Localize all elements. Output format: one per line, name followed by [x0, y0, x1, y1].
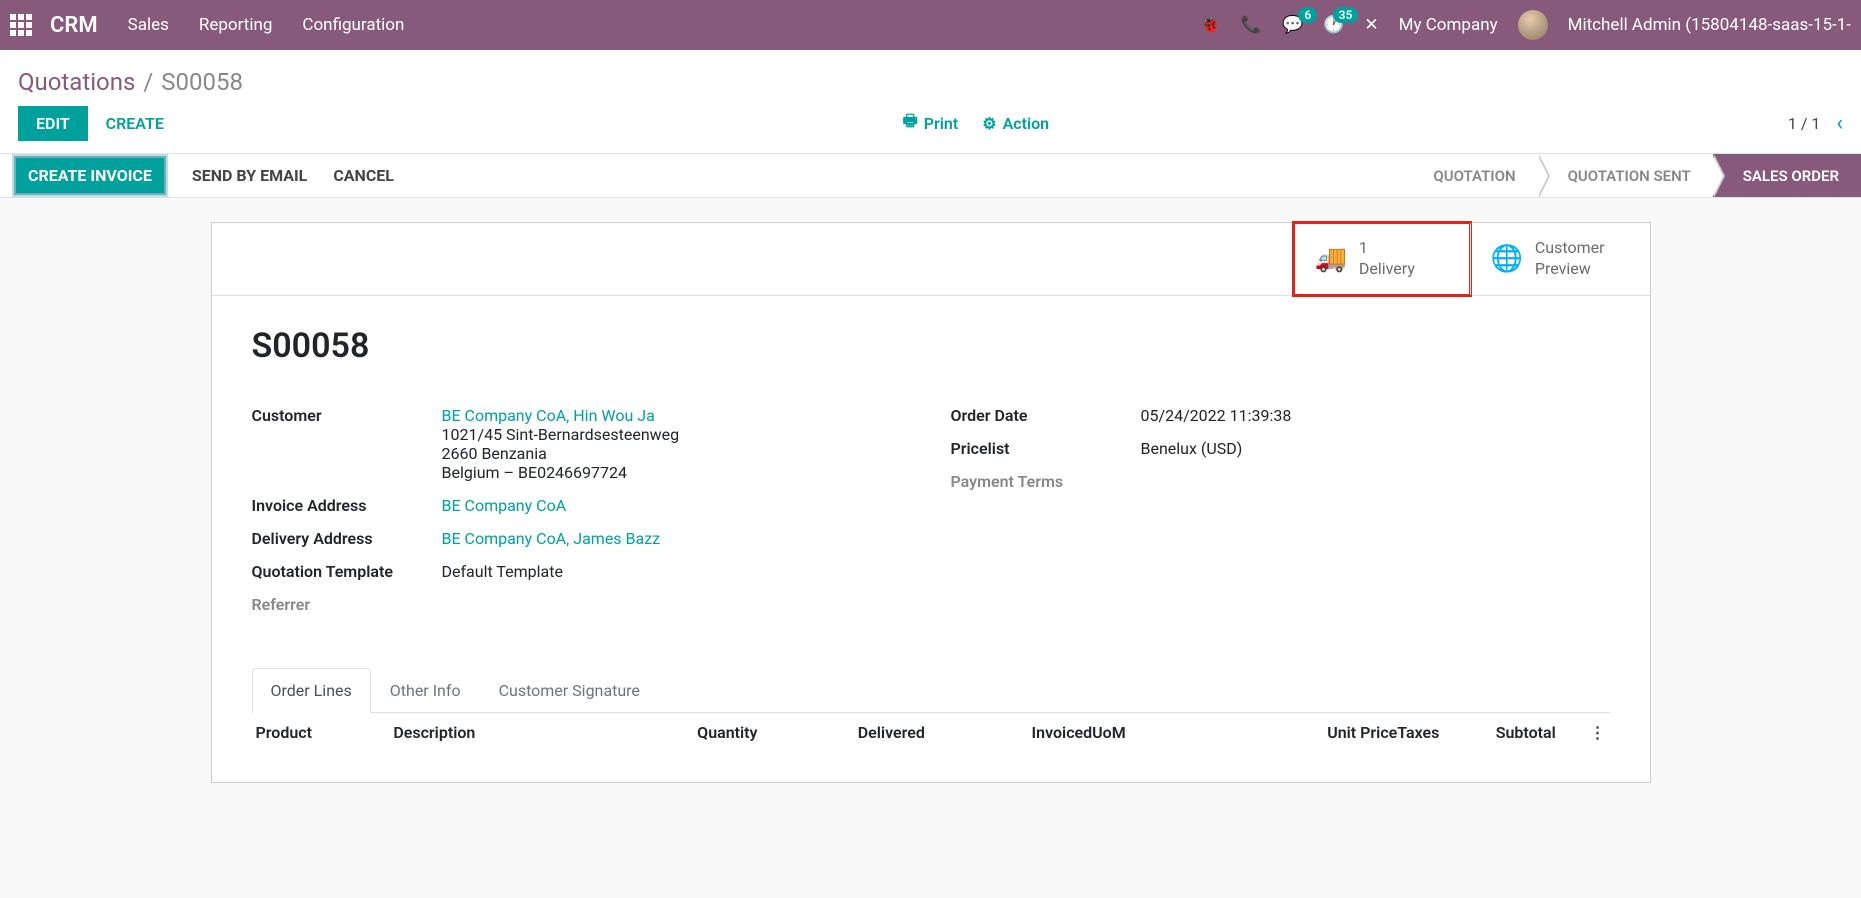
customer-addr1: 1021/45 Sint-Bernardsesteenweg: [442, 425, 680, 444]
send-email-button[interactable]: SEND BY EMAIL: [192, 166, 307, 185]
nav-configuration[interactable]: Configuration: [302, 15, 404, 35]
gear-icon: ⚙: [982, 114, 996, 133]
label-quotation-template: Quotation Template: [252, 562, 442, 581]
nav-reporting[interactable]: Reporting: [199, 15, 273, 35]
value-pricelist: Benelux (USD): [1141, 439, 1243, 458]
bug-icon[interactable]: 🐞: [1200, 15, 1221, 35]
globe-icon: 🌐: [1491, 244, 1523, 274]
status-bar: QUOTATION QUOTATION SENT SALES ORDER: [1403, 154, 1861, 197]
tab-other-info[interactable]: Other Info: [371, 668, 480, 712]
label-payment-terms: Payment Terms: [951, 472, 1141, 491]
activities-icon[interactable]: 🕐35: [1323, 15, 1344, 35]
customer-preview-button[interactable]: 🌐 Customer Preview: [1470, 223, 1650, 295]
top-navbar: CRM Sales Reporting Configuration 🐞 📞 💬6…: [0, 0, 1861, 50]
customer-addr3: Belgium – BE0246697724: [442, 463, 680, 482]
col-description: Description: [393, 723, 590, 742]
breadcrumb-current: S00058: [161, 68, 243, 96]
tab-customer-signature[interactable]: Customer Signature: [480, 668, 659, 712]
label-pricelist: Pricelist: [951, 439, 1141, 458]
print-button[interactable]: 🖶 Print: [903, 110, 959, 137]
preview-line1: Customer: [1535, 238, 1605, 259]
form-col-right: Order Date 05/24/2022 11:39:38 Pricelist…: [951, 406, 1610, 628]
col-delivered: Delivered: [758, 723, 925, 742]
control-bar: EDIT CREATE 🖶 Print ⚙ Action 1 / 1 ‹: [0, 102, 1861, 154]
column-options-icon[interactable]: ⋮: [1586, 723, 1606, 742]
center-actions: 🖶 Print ⚙ Action: [164, 110, 1788, 137]
messages-icon[interactable]: 💬6: [1282, 15, 1303, 35]
tabs: Order Lines Other Info Customer Signatur…: [252, 668, 1610, 713]
tools-icon[interactable]: ✕: [1364, 15, 1378, 35]
activities-badge: 35: [1333, 7, 1359, 23]
value-quotation-template: Default Template: [442, 562, 563, 581]
label-delivery-address: Delivery Address: [252, 529, 442, 548]
label-customer: Customer: [252, 406, 442, 482]
breadcrumb-sep: /: [143, 68, 153, 96]
delivery-label: Delivery: [1359, 259, 1415, 280]
status-quotation-sent[interactable]: QUOTATION SENT: [1538, 154, 1713, 197]
delivery-address-link[interactable]: BE Company CoA, James Bazz: [442, 529, 661, 548]
order-lines-header: Product Description Quantity Delivered I…: [252, 713, 1610, 752]
truck-icon: 🚚: [1315, 244, 1347, 274]
sheet-background: 🚚 1 Delivery 🌐 Customer Preview S00058: [0, 198, 1861, 898]
breadcrumb-parent[interactable]: Quotations: [18, 68, 135, 96]
form-columns: Customer BE Company CoA, Hin Wou Ja 1021…: [252, 406, 1610, 628]
customer-link[interactable]: BE Company CoA, Hin Wou Ja: [442, 406, 655, 425]
content-wrap: Quotations / S00058 EDIT CREATE 🖶 Print ⚙…: [0, 50, 1861, 898]
col-quantity: Quantity: [590, 723, 757, 742]
action-label: Action: [1003, 114, 1050, 133]
pager-text: 1 / 1: [1788, 114, 1821, 133]
label-invoice-address: Invoice Address: [252, 496, 442, 515]
cancel-button[interactable]: CANCEL: [333, 166, 394, 185]
form-sheet: 🚚 1 Delivery 🌐 Customer Preview S00058: [211, 222, 1651, 783]
value-order-date: 05/24/2022 11:39:38: [1141, 406, 1292, 425]
user-menu[interactable]: Mitchell Admin (15804148-saas-15-1-: [1568, 15, 1851, 35]
edit-button[interactable]: EDIT: [18, 106, 88, 141]
col-subtotal: Subtotal: [1496, 723, 1586, 742]
value-customer: BE Company CoA, Hin Wou Ja 1021/45 Sint-…: [442, 406, 680, 482]
breadcrumb: Quotations / S00058: [0, 50, 1861, 102]
col-unit-price: Unit Price: [1210, 723, 1397, 742]
col-invoiced: Invoiced: [925, 723, 1092, 742]
label-referrer: Referrer: [252, 595, 442, 614]
customer-addr2: 2660 Benzania: [442, 444, 680, 463]
phone-icon[interactable]: 📞: [1241, 15, 1262, 35]
stat-buttons: 🚚 1 Delivery 🌐 Customer Preview: [212, 223, 1650, 296]
delivery-stat-text: 1 Delivery: [1359, 238, 1415, 280]
avatar[interactable]: [1518, 10, 1548, 40]
col-taxes: Taxes: [1397, 723, 1495, 742]
order-title: S00058: [252, 326, 1610, 366]
create-button[interactable]: CREATE: [106, 114, 164, 133]
col-uom: UoM: [1092, 723, 1210, 742]
action-button[interactable]: ⚙ Action: [982, 110, 1049, 137]
create-invoice-button[interactable]: CREATE INVOICE: [14, 156, 166, 195]
print-icon: 🖶: [903, 110, 918, 137]
nav-menu: Sales Reporting Configuration: [128, 15, 1200, 35]
app-brand[interactable]: CRM: [50, 13, 98, 38]
tab-order-lines[interactable]: Order Lines: [252, 668, 371, 713]
pager-prev[interactable]: ‹: [1836, 111, 1843, 136]
delivery-stat-button[interactable]: 🚚 1 Delivery: [1292, 221, 1472, 297]
pager: 1 / 1 ‹: [1788, 111, 1843, 136]
nav-sales[interactable]: Sales: [128, 15, 169, 35]
print-label: Print: [924, 114, 959, 133]
sheet-body: S00058 Customer BE Company CoA, Hin Wou …: [212, 296, 1650, 782]
label-order-date: Order Date: [951, 406, 1141, 425]
col-product: Product: [256, 723, 394, 742]
status-sales-order[interactable]: SALES ORDER: [1713, 154, 1861, 197]
company-selector[interactable]: My Company: [1399, 15, 1498, 35]
preview-line2: Preview: [1535, 259, 1605, 280]
form-col-left: Customer BE Company CoA, Hin Wou Ja 1021…: [252, 406, 911, 628]
messages-badge: 6: [1298, 7, 1317, 23]
status-quotation[interactable]: QUOTATION: [1403, 154, 1537, 197]
action-bar: CREATE INVOICE SEND BY EMAIL CANCEL QUOT…: [0, 154, 1861, 198]
apps-icon[interactable]: [10, 14, 32, 36]
preview-text: Customer Preview: [1535, 238, 1605, 280]
delivery-count: 1: [1359, 238, 1415, 259]
nav-right: 🐞 📞 💬6 🕐35 ✕ My Company Mitchell Admin (…: [1200, 10, 1851, 40]
invoice-address-link[interactable]: BE Company CoA: [442, 496, 567, 515]
